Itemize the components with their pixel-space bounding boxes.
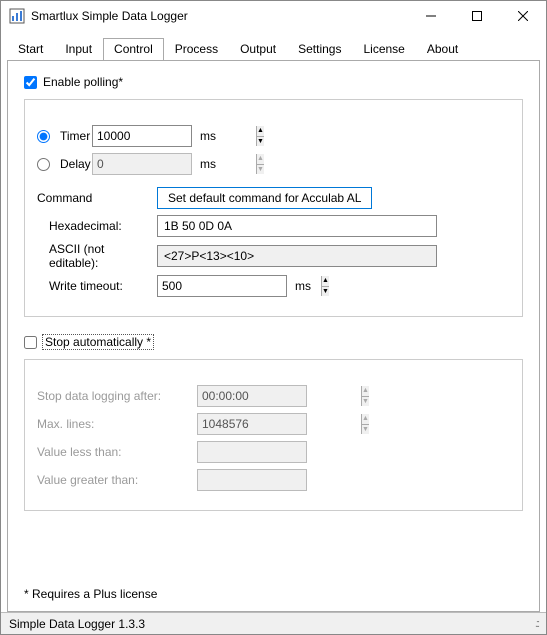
titlebar: Smartlux Simple Data Logger [1,1,546,31]
footnote: * Requires a Plus license [24,587,157,601]
enable-polling-input[interactable] [24,76,37,89]
maxlines-value [198,414,361,434]
enable-polling-label: Enable polling* [43,75,123,89]
timeout-unit: ms [295,279,311,293]
value-greater-input [197,469,307,491]
polling-group: Timer ▲ ▼ ms Delay ▲ ▼ [24,99,523,317]
delay-label: Delay [60,157,91,171]
set-default-command-button[interactable]: Set default command for Acculab AL [157,187,372,209]
delay-up-icon: ▲ [257,154,264,165]
timer-up-icon[interactable]: ▲ [257,126,264,137]
stop-after-label: Stop data logging after: [37,389,197,403]
delay-unit: ms [200,157,216,171]
timer-radio-input[interactable] [37,130,50,143]
timeout-up-icon[interactable]: ▲ [322,276,329,287]
statusbar: Simple Data Logger 1.3.3 .:: [1,612,546,634]
window-title: Smartlux Simple Data Logger [31,9,408,23]
stop-after-spinner: ▲ ▼ [197,385,307,407]
close-button[interactable] [500,1,546,31]
tab-start[interactable]: Start [7,38,54,61]
maxlines-up-icon: ▲ [362,414,369,425]
tab-about[interactable]: About [416,38,469,61]
timer-down-icon[interactable]: ▼ [257,137,264,147]
tabstrip: Start Input Control Process Output Setti… [1,31,546,60]
tab-process[interactable]: Process [164,38,229,61]
stop-auto-input[interactable] [24,336,37,349]
stop-auto-checkbox[interactable]: Stop automatically * [24,335,523,349]
timeout-label: Write timeout: [49,279,157,293]
tab-license[interactable]: License [352,38,415,61]
maxlines-spinner: ▲ ▼ [197,413,307,435]
timeout-down-icon[interactable]: ▼ [322,287,329,297]
hex-input[interactable] [157,215,437,237]
ascii-label: ASCII (not editable): [49,242,157,270]
timer-value[interactable] [93,126,256,146]
delay-value [93,154,256,174]
tab-input[interactable]: Input [54,38,103,61]
stop-group: Stop data logging after: ▲ ▼ Max. lines:… [24,359,523,511]
value-less-label: Value less than: [37,445,197,459]
enable-polling-checkbox[interactable]: Enable polling* [24,75,523,89]
resize-grip-icon[interactable]: .:: [535,618,538,630]
maximize-button[interactable] [454,1,500,31]
timer-label: Timer [60,129,90,143]
status-text: Simple Data Logger 1.3.3 [9,617,145,631]
maxlines-down-icon: ▼ [362,425,369,435]
stop-auto-label: Stop automatically * [43,335,153,349]
timeout-spinner[interactable]: ▲ ▼ [157,275,287,297]
timer-radio[interactable]: Timer [37,129,92,143]
tab-settings[interactable]: Settings [287,38,352,61]
app-icon [9,8,25,24]
stop-after-value [198,386,361,406]
value-less-input [197,441,307,463]
tab-output[interactable]: Output [229,38,287,61]
tabpanel-control: Enable polling* Timer ▲ ▼ ms Delay [7,60,540,612]
delay-radio-input[interactable] [37,158,50,171]
command-label: Command [37,191,157,205]
delay-spinner: ▲ ▼ [92,153,192,175]
timer-spinner[interactable]: ▲ ▼ [92,125,192,147]
stop-after-up-icon: ▲ [362,386,369,397]
minimize-button[interactable] [408,1,454,31]
hex-label: Hexadecimal: [49,219,157,233]
ascii-input [157,245,437,267]
value-greater-label: Value greater than: [37,473,197,487]
delay-down-icon: ▼ [257,165,264,175]
delay-radio[interactable]: Delay [37,157,92,171]
tab-control[interactable]: Control [103,38,164,61]
timer-unit: ms [200,129,216,143]
stop-after-down-icon: ▼ [362,397,369,407]
maxlines-label: Max. lines: [37,417,197,431]
